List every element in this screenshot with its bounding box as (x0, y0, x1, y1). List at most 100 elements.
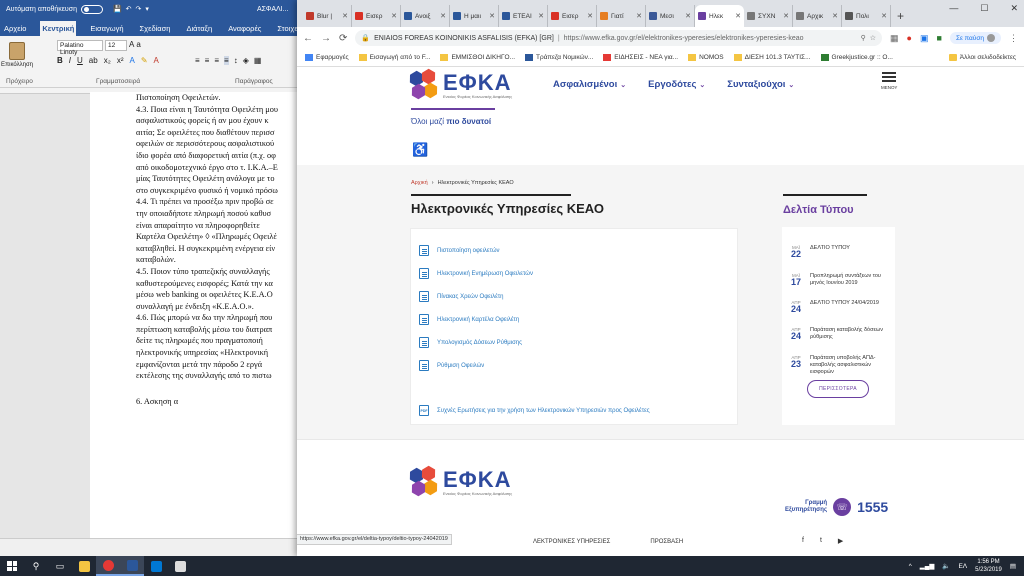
notifications-icon[interactable]: ▤ (1010, 562, 1016, 570)
profile-button[interactable]: Σε παύση (949, 32, 1001, 44)
align-right-icon[interactable]: ≡ (214, 56, 219, 65)
twitter-icon[interactable]: t (820, 537, 822, 545)
service-link[interactable]: Ηλεκτρονική Ενημέρωση Οφειλετών (419, 268, 533, 279)
bookmark-item[interactable]: NOMOS (688, 54, 724, 61)
browser-tab[interactable]: Εισερ ✕ (352, 5, 401, 27)
bookmark-item[interactable]: Εφαρμογές (305, 54, 349, 61)
chrome-taskbar-icon[interactable] (96, 556, 120, 576)
start-button[interactable] (0, 556, 24, 576)
shrink-font-icon[interactable]: a (136, 40, 140, 51)
nav-employers[interactable]: Εργοδότες ⌄ (648, 79, 705, 90)
back-icon[interactable]: ← (303, 33, 313, 44)
nav-insured[interactable]: Ασφαλισμένοι ⌄ (553, 79, 626, 90)
justify-icon[interactable]: ≡ (224, 56, 229, 65)
browser-tab[interactable]: Αρχικ ✕ (793, 5, 842, 27)
reload-icon[interactable]: ⟳ (339, 33, 347, 44)
tab-layout[interactable]: Διάταξη (184, 21, 214, 36)
extension-red-icon[interactable]: ● (907, 33, 912, 43)
outlook-taskbar-icon[interactable] (144, 556, 168, 576)
close-tab-icon[interactable]: ✕ (881, 12, 887, 20)
faq-link[interactable]: PDF Συχνές Ερωτήσεις για την χρήση των Η… (419, 405, 650, 416)
bookmark-item[interactable]: ΕΙΔΗΣΕΙΣ - ΝΕΑ για... (603, 54, 678, 61)
close-tab-icon[interactable]: ✕ (685, 12, 691, 20)
maximize-icon[interactable]: ☐ (980, 3, 988, 14)
font-name-select[interactable]: Palatino Linoty (57, 40, 103, 56)
bookmark-item[interactable]: Greekjustice.gr :: Ο... (820, 54, 893, 61)
service-link[interactable]: Πιστοποίηση οφειλετών (419, 245, 500, 256)
extension-blue-icon[interactable]: ▣ (920, 33, 929, 44)
close-icon[interactable]: ✕ (1010, 3, 1018, 14)
bookmark-item[interactable]: ΔΙΕΣΗ 101.3 ΤΑΥΤΙΣ... (733, 54, 811, 61)
line-spacing-icon[interactable]: ↕ (234, 56, 238, 65)
efka-logo[interactable]: ΕΦΚΑ Ενιαίος Φορέας Κοινωνικής Ασφάλισης (409, 69, 512, 101)
address-bar[interactable]: 🔒 ENIAIOS FOREAS KOINONIKIS ASFALISIS (E… (355, 30, 883, 46)
browser-tab[interactable]: Ανοιξ ✕ (401, 5, 450, 27)
text-effects-icon[interactable]: A (129, 56, 134, 65)
service-link[interactable]: Πίνακας Χρεών Οφειλέτη (419, 291, 503, 302)
calculator-taskbar-icon[interactable] (168, 556, 192, 576)
close-tab-icon[interactable]: ✕ (440, 12, 446, 20)
align-center-icon[interactable]: ≡ (205, 56, 210, 65)
bookmark-item[interactable]: Εισαγωγή από το F... (358, 54, 430, 61)
language-indicator[interactable]: ΕΛ (958, 563, 967, 570)
strikethrough-icon[interactable]: ab (89, 56, 98, 65)
superscript-icon[interactable]: x² (117, 56, 124, 65)
footer-link-access[interactable]: ΠΡΟΣΒΑΣΗ (650, 539, 683, 545)
service-link[interactable]: Ηλεκτρονική Καρτέλα Οφειλέτη (419, 314, 519, 325)
close-tab-icon[interactable]: ✕ (489, 12, 495, 20)
autosave-toggle[interactable] (80, 4, 103, 14)
helpline[interactable]: Γραμμή Εξυπηρέτησης ☏ 1555 (785, 498, 888, 516)
font-color-icon[interactable]: A (154, 56, 159, 65)
task-view-icon[interactable]: ▭ (48, 556, 72, 576)
tab-insert[interactable]: Εισαγωγή (88, 21, 125, 36)
tab-design[interactable]: Σχεδίαση (138, 21, 173, 36)
italic-icon[interactable]: I (69, 56, 71, 65)
close-tab-icon[interactable]: ✕ (587, 12, 593, 20)
font-size-select[interactable]: 12 (105, 40, 127, 51)
footer-logo[interactable]: ΕΦΚΑ Ενιαίος Φορέας Κοινωνικής Ασφάλισης (409, 466, 512, 498)
search-icon[interactable]: ⚲ (24, 556, 48, 576)
underline-icon[interactable]: U (77, 56, 83, 65)
clock[interactable]: 1:56 PM 5/23/2019 (975, 558, 1002, 574)
highlight-icon[interactable]: ✎ (141, 56, 148, 65)
browser-tab[interactable]: Ηλεκ ✕ (695, 5, 744, 27)
align-left-icon[interactable]: ≡ (195, 56, 200, 65)
service-link[interactable]: Υπολογισμός Δόσεων Ρύθμισης (419, 337, 522, 348)
forward-icon[interactable]: → (321, 33, 331, 44)
file-explorer-icon[interactable] (72, 556, 96, 576)
browser-tab[interactable]: Γιατί ✕ (597, 5, 646, 27)
close-tab-icon[interactable]: ✕ (783, 12, 789, 20)
bold-icon[interactable]: B (57, 56, 63, 65)
press-item[interactable]: ΑΠΡ 24 ΔΕΛΤΙΟ ΤΥΠΟΥ 24/04/2019 (788, 300, 892, 314)
browser-tab[interactable]: Μεσι ✕ (646, 5, 695, 27)
shading-icon[interactable]: ◈ (243, 56, 249, 65)
more-button[interactable]: ΠΕΡΙΣΣΟΤΕΡΑ (807, 380, 869, 398)
press-item[interactable]: ΜΑΪ 17 Προπληρωμή συντάξεων του μηνός Ιουν… (788, 273, 892, 287)
tab-file[interactable]: Αρχείο (2, 21, 28, 36)
new-tab-button[interactable]: + (897, 9, 904, 27)
paste-button[interactable]: Επικόλληση (1, 42, 33, 76)
press-item[interactable]: ΑΠΡ 23 Παράταση υποβολής ΑΠΔ-καταβολής ασφ… (788, 355, 892, 376)
close-tab-icon[interactable]: ✕ (391, 12, 397, 20)
quick-access-icons[interactable]: 💾↶↷▾ (113, 5, 153, 13)
grow-font-icon[interactable]: A (129, 40, 134, 51)
press-item[interactable]: ΜΑΪ 22 ΔΕΛΤΙΟ ΤΥΠΟΥ (788, 245, 892, 259)
volume-icon[interactable]: 🔈 (942, 562, 950, 570)
zoom-icon[interactable]: ⚲ (861, 34, 866, 42)
browser-tab[interactable]: ΕΤΕΑΙ ✕ (499, 5, 548, 27)
subscript-icon[interactable]: x₂ (104, 56, 111, 65)
close-tab-icon[interactable]: ✕ (538, 12, 544, 20)
browser-tab[interactable]: Blur | ✕ (303, 5, 352, 27)
network-icon[interactable]: ▂▄▆ (920, 562, 935, 570)
browser-tab[interactable]: Πολι ✕ (842, 5, 891, 27)
tab-home[interactable]: Κεντρική (40, 21, 77, 36)
close-tab-icon[interactable]: ✕ (832, 12, 838, 20)
close-tab-icon[interactable]: ✕ (636, 12, 642, 20)
bookmark-item[interactable]: ΕΜΜΙΣΘΟΙ ΔΙΚΗΓΟ... (440, 54, 515, 61)
nav-pensioners[interactable]: Συνταξιούχοι ⌄ (727, 79, 794, 90)
menu-button[interactable]: ΜΕΝΟΥ (881, 72, 897, 90)
breadcrumb-home[interactable]: Αρχική (411, 180, 428, 186)
accessibility-icon[interactable]: ♿ (412, 142, 428, 158)
service-link[interactable]: Ρύθμιση Οφειλών (419, 360, 484, 371)
browser-tab[interactable]: Εισερ ✕ (548, 5, 597, 27)
